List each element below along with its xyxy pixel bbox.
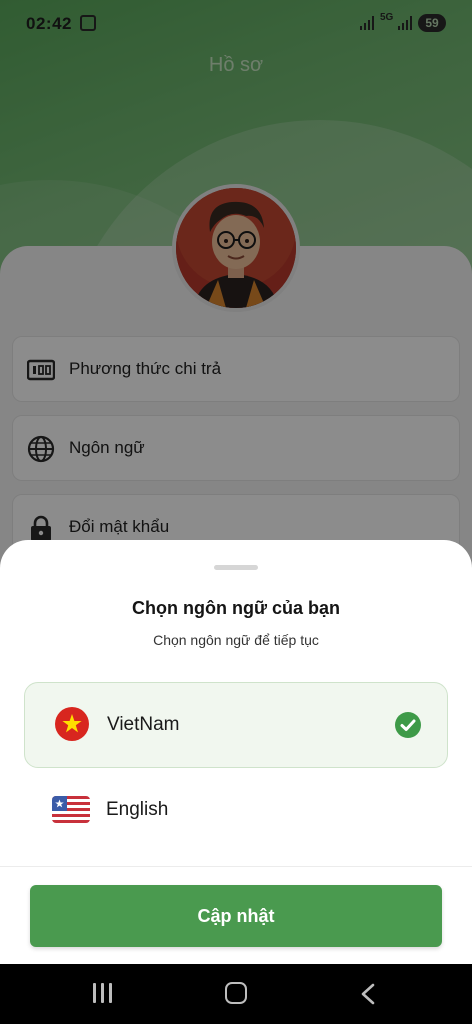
check-circle-icon: [395, 712, 421, 738]
drag-handle[interactable]: [214, 565, 258, 570]
language-option-english[interactable]: English: [24, 768, 448, 854]
sheet-action-bar: Cập nhật: [0, 866, 472, 964]
back-icon[interactable]: [358, 982, 378, 1006]
system-navigation-bar: [0, 964, 472, 1024]
sheet-subtitle: Chọn ngôn ngữ để tiếp tục: [153, 632, 319, 648]
recent-apps-icon[interactable]: [92, 983, 114, 1005]
language-bottom-sheet: Chọn ngôn ngữ của bạn Chọn ngôn ngữ để t…: [0, 540, 472, 964]
language-label: English: [106, 799, 169, 820]
vietnam-flag-icon: [55, 707, 89, 741]
language-option-vietnam[interactable]: VietNam: [24, 682, 448, 768]
update-button[interactable]: Cập nhật: [30, 885, 442, 947]
home-icon[interactable]: [225, 982, 247, 1004]
language-label: VietNam: [107, 714, 180, 735]
sheet-title: Chọn ngôn ngữ của bạn: [131, 598, 340, 618]
english-flag-icon: [52, 796, 90, 823]
